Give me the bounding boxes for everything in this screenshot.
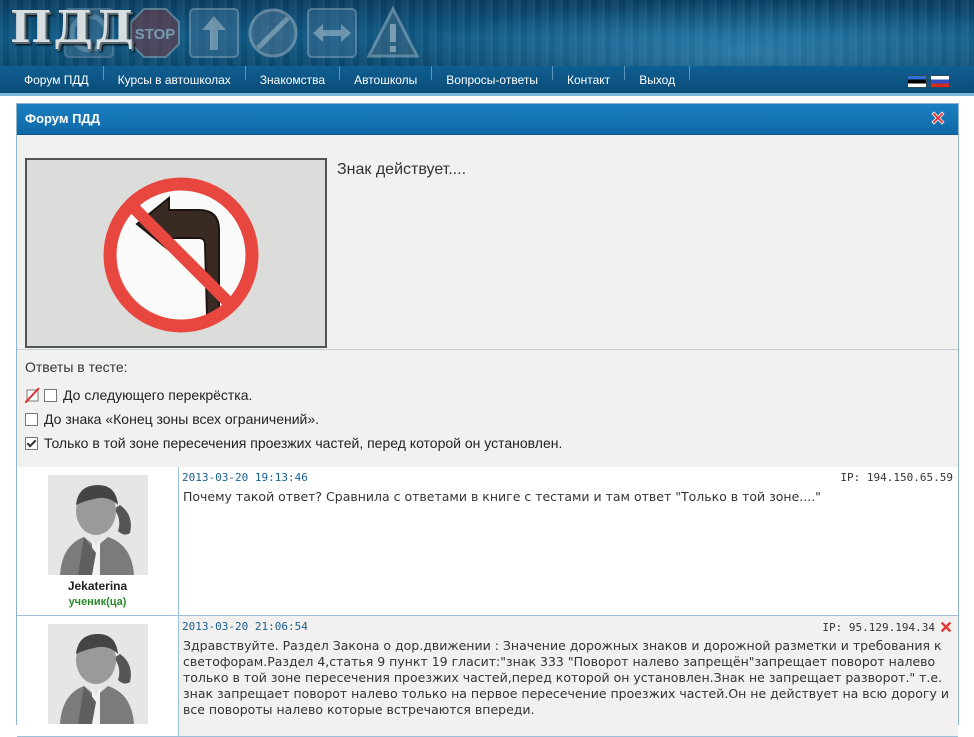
banner-glow [400, 0, 974, 66]
post-date: 2013-03-20 21:06:54 [182, 620, 308, 633]
post-ip: IP: 194.150.65.59 [840, 471, 953, 484]
post-ip-text: IP: 95.129.194.34 [822, 620, 935, 634]
post-user-rank: ученик(ца) [68, 596, 127, 608]
close-icon[interactable] [930, 110, 946, 126]
nav-divider [689, 66, 691, 80]
answer-option-1[interactable]: До следующего перекрёстка. [25, 387, 252, 403]
site-logo[interactable]: ПДД [10, 2, 136, 53]
flag-ee-icon[interactable] [907, 75, 927, 88]
post-date: 2013-03-20 19:13:46 [182, 471, 308, 484]
two-way-arrow-sign-icon [307, 8, 357, 58]
post-ip: IP: 95.129.194.34 [822, 620, 953, 634]
panel-title: Форум ПДД [25, 111, 100, 126]
answer-option-3[interactable]: Только в той зоне пересечения проезжих ч… [25, 435, 562, 451]
post-text: Здравствуйте. Раздел Закона о дор.движен… [183, 638, 949, 717]
nav-item-logout[interactable]: Выход [625, 73, 689, 87]
answer-checkbox-checked[interactable] [25, 436, 38, 450]
nav-item-contact[interactable]: Контакт [553, 73, 624, 87]
answer-checkbox[interactable] [44, 388, 57, 402]
end-of-restrictions-sign-icon [248, 8, 298, 58]
answers-section: Ответы в тесте: До следующего перекрёстк… [17, 349, 958, 468]
post-author [17, 616, 179, 736]
nav-item-forum[interactable]: Форум ПДД [10, 73, 103, 87]
panel-header: Форум ПДД [17, 104, 958, 135]
no-left-turn-sign-icon [27, 160, 325, 346]
wrong-answer-icon [25, 387, 40, 403]
post-author: Jekaterina ученик(ца) [17, 467, 179, 615]
post-body: 2013-03-20 19:13:46 IP: 194.150.65.59 По… [179, 467, 958, 615]
arrow-up-sign-icon [189, 8, 239, 58]
language-switcher [907, 75, 950, 88]
post-text: Почему такой ответ? Сравнила с ответами … [183, 489, 821, 504]
post-ip-text: IP: 194.150.65.59 [840, 471, 953, 484]
nav-item-questions-answers[interactable]: Вопросы-ответы [432, 73, 552, 87]
question-text: Знак действует.... [337, 161, 467, 178]
svg-text:STOP: STOP [135, 26, 176, 43]
answers-title: Ответы в тесте: [25, 359, 128, 375]
avatar-icon[interactable] [48, 475, 148, 575]
answer-checkbox[interactable] [25, 412, 38, 426]
answer-label: До следующего перекрёстка. [63, 387, 253, 403]
answer-label: До знака «Конец зоны всех ограничений». [44, 411, 320, 427]
stop-sign-icon: STOP [130, 8, 180, 58]
forum-panel: Форум ПДД Знак действует.... Ответы в те… [16, 103, 959, 737]
nav-item-driving-schools[interactable]: Автошколы [340, 73, 431, 87]
header-banner: STOP ПДД [0, 0, 974, 66]
forum-post: Jekaterina ученик(ца) 2013-03-20 19:13:4… [17, 467, 958, 616]
flag-ru-icon[interactable] [930, 75, 950, 88]
warning-sign-icon [366, 6, 420, 58]
nav-item-courses[interactable]: Курсы в автошколах [104, 73, 245, 87]
delete-post-icon[interactable] [939, 620, 953, 634]
nav-item-dating[interactable]: Знакомства [246, 73, 339, 87]
forum-post: 2013-03-20 21:06:54 IP: 95.129.194.34 Зд… [17, 616, 958, 737]
question-image [25, 158, 327, 348]
main-nav: Форум ПДД Курсы в автошколах Знакомства … [0, 66, 974, 96]
answer-option-2[interactable]: До знака «Конец зоны всех ограничений». [25, 411, 319, 427]
post-body: 2013-03-20 21:06:54 IP: 95.129.194.34 Зд… [179, 616, 958, 736]
avatar-icon[interactable] [48, 624, 148, 724]
answer-label: Только в той зоне пересечения проезжих ч… [44, 435, 563, 451]
post-username[interactable]: Jekaterina [17, 579, 178, 593]
